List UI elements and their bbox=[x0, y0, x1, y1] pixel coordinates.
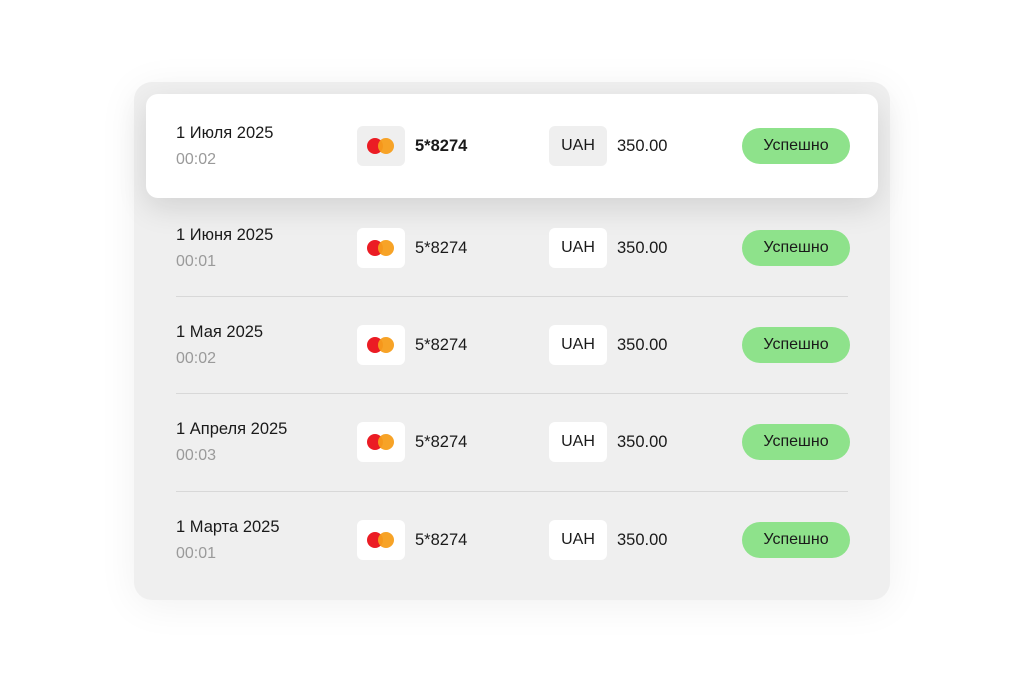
transaction-row[interactable]: 1 Апреля 2025 00:03 5*8274 UAH 350.00 Ус… bbox=[134, 394, 890, 492]
transaction-row[interactable]: 1 Марта 2025 00:01 5*8274 UAH 350.00 Усп… bbox=[134, 492, 890, 590]
status-badge: Успешно bbox=[742, 128, 850, 164]
transaction-amount: 350.00 bbox=[617, 239, 668, 257]
transaction-amount: 350.00 bbox=[617, 531, 668, 549]
transaction-date: 1 Марта 2025 bbox=[176, 518, 280, 536]
transaction-date: 1 Апреля 2025 bbox=[176, 420, 288, 438]
transaction-date: 1 Июля 2025 bbox=[176, 124, 274, 142]
status-badge: Успешно bbox=[742, 327, 850, 363]
transaction-row[interactable]: 1 Мая 2025 00:02 5*8274 UAH 350.00 Успеш… bbox=[134, 297, 890, 395]
status-badge: Успешно bbox=[742, 522, 850, 558]
transaction-time: 00:02 bbox=[176, 151, 217, 168]
mastercard-icon bbox=[357, 325, 405, 365]
transaction-time: 00:01 bbox=[176, 545, 217, 562]
currency-badge: UAH bbox=[549, 520, 607, 560]
card-number: 5*8274 bbox=[415, 531, 468, 549]
currency-badge: UAH bbox=[549, 126, 607, 166]
transaction-row[interactable]: 1 Июля 2025 00:02 5*8274 UAH 350.00 Успе… bbox=[146, 94, 878, 198]
transactions-panel: 1 Июля 2025 00:02 5*8274 UAH 350.00 Успе… bbox=[134, 82, 890, 600]
card-number: 5*8274 bbox=[415, 239, 468, 257]
transaction-date: 1 Июня 2025 bbox=[176, 226, 274, 244]
transaction-row[interactable]: 1 Июня 2025 00:01 5*8274 UAH 350.00 Успе… bbox=[134, 199, 890, 297]
card-number: 5*8274 bbox=[415, 336, 468, 354]
mastercard-icon bbox=[357, 228, 405, 268]
transaction-time: 00:03 bbox=[176, 447, 217, 464]
mastercard-icon bbox=[357, 126, 405, 166]
currency-badge: UAH bbox=[549, 422, 607, 462]
transaction-time: 00:01 bbox=[176, 253, 217, 270]
mastercard-icon bbox=[357, 422, 405, 462]
transaction-time: 00:02 bbox=[176, 350, 217, 367]
currency-badge: UAH bbox=[549, 228, 607, 268]
card-number: 5*8274 bbox=[415, 433, 468, 451]
transaction-amount: 350.00 bbox=[617, 137, 668, 155]
transaction-date: 1 Мая 2025 bbox=[176, 323, 264, 341]
transaction-amount: 350.00 bbox=[617, 433, 668, 451]
mastercard-icon bbox=[357, 520, 405, 560]
currency-badge: UAH bbox=[549, 325, 607, 365]
status-badge: Успешно bbox=[742, 424, 850, 460]
transaction-amount: 350.00 bbox=[617, 336, 668, 354]
card-number: 5*8274 bbox=[415, 137, 468, 155]
status-badge: Успешно bbox=[742, 230, 850, 266]
